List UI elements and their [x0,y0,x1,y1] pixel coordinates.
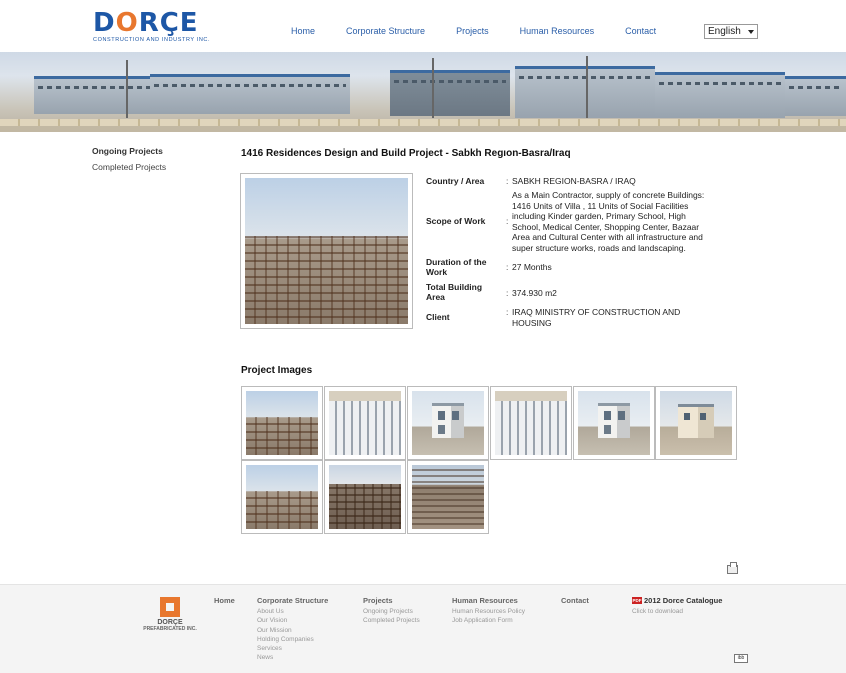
banner-building [34,76,154,114]
page-title: 1416 Residences Design and Build Project… [241,148,571,159]
detail-value: 374.930 m2 [512,288,557,298]
footer-col-human-resources: Human Resources Human Resources Policy J… [452,596,525,626]
footer-logo-name: DORÇE [157,619,183,626]
detail-label: Scope of Work [426,216,486,226]
footer-logo-subtitle: PREFABRICATED INC. [143,626,197,632]
footer-logo[interactable]: DORÇE PREFABRICATED INC. [143,597,197,632]
footer-link-hr-policy[interactable]: Human Resources Policy [452,607,525,616]
footer-col-home: Home [214,596,235,607]
catalogue-download-link[interactable]: Click to download [632,607,722,616]
detail-colon: : [506,307,509,317]
thumbnail-image [246,465,318,529]
language-select[interactable]: English [704,24,758,39]
banner-ground [0,126,846,132]
gallery-thumbnail[interactable] [407,386,489,460]
footer-heading-corporate-structure[interactable]: Corporate Structure [257,596,328,605]
detail-value: IRAQ MINISTRY OF CONSTRUCTION AND HOUSIN… [512,307,681,328]
main-photo-image [245,178,408,324]
sidebar-item-ongoing-projects[interactable]: Ongoing Projects [92,146,166,156]
footer-heading-human-resources[interactable]: Human Resources [452,596,525,605]
logo-mark-icon [160,597,180,617]
footer-link-services[interactable]: Services [257,644,328,653]
footer-link-our-vision[interactable]: Our Vision [257,616,328,625]
gallery-thumbnail[interactable] [324,460,406,534]
thumbnail-image [412,391,484,455]
footer-col-projects: Projects Ongoing Projects Completed Proj… [363,596,420,626]
banner-building [785,76,846,116]
catalogue-title-text: 2012 Dorce Catalogue [644,596,723,605]
nav-human-resources[interactable]: Human Resources [520,26,595,36]
footer-link-contact[interactable]: Contact [561,596,589,605]
gallery-thumbnail[interactable] [241,460,323,534]
banner-light-pole [126,60,128,118]
logo-wordmark: DORÇE [93,8,199,38]
thumbnail-image [578,391,650,455]
detail-colon: : [506,288,509,298]
detail-value: SABKH REGION-BASRA / IRAQ [512,176,636,186]
main-nav: Home Corporate Structure Projects Human … [291,26,687,36]
project-sidebar: Ongoing Projects Completed Projects [92,146,166,178]
print-icon[interactable] [727,562,738,574]
footer-link-job-application[interactable]: Job Application Form [452,616,525,625]
gallery-thumbnail[interactable] [407,460,489,534]
nav-corporate-structure[interactable]: Corporate Structure [346,26,425,36]
language-value: English [708,26,741,37]
pdf-icon: PDF [632,597,642,604]
thumbnail-image [495,391,567,455]
sidebar-item-completed-projects[interactable]: Completed Projects [92,162,166,172]
logo-subtitle: CONSTRUCTION AND INDUSTRY INC. [93,37,211,43]
nav-home[interactable]: Home [291,26,315,36]
footer-link-our-mission[interactable]: Our Mission [257,626,328,635]
header-banner-photo [0,52,846,132]
detail-colon: : [506,216,509,226]
ibb-badge[interactable]: ibb [734,654,748,663]
footer-heading-projects[interactable]: Projects [363,596,420,605]
detail-label: Duration of the Work [426,257,487,277]
project-images-heading: Project Images [241,365,313,376]
detail-colon: : [506,176,509,186]
thumbnail-image [329,391,401,455]
detail-label: Country / Area [426,176,485,186]
company-logo[interactable]: DORÇE CONSTRUCTION AND INDUSTRY INC. [93,10,223,46]
banner-light-pole [586,56,588,118]
nav-projects[interactable]: Projects [456,26,489,36]
detail-value: 27 Months [512,262,552,272]
site-footer: DORÇE PREFABRICATED INC. Home Corporate … [0,584,846,673]
gallery-thumbnail[interactable] [655,386,737,460]
banner-fence [0,119,846,126]
footer-link-completed-projects[interactable]: Completed Projects [363,616,420,625]
detail-colon: : [506,262,509,272]
gallery-thumbnail[interactable] [490,386,572,460]
footer-link-holding-companies[interactable]: Holding Companies [257,635,328,644]
banner-building [150,74,350,114]
banner-light-pole [432,58,434,118]
footer-link-home[interactable]: Home [214,596,235,605]
chevron-down-icon [748,30,754,34]
gallery-thumbnail[interactable] [573,386,655,460]
footer-link-news[interactable]: News [257,653,328,662]
gallery-thumbnail[interactable] [241,386,323,460]
gallery-thumbnail[interactable] [324,386,406,460]
banner-building [655,72,785,118]
detail-label: Total Building Area [426,282,483,302]
footer-link-about-us[interactable]: About Us [257,607,328,616]
thumbnail-image [246,391,318,455]
footer-col-contact: Contact [561,596,589,607]
detail-value: As a Main Contractor, supply of concrete… [512,190,705,253]
footer-link-ongoing-projects[interactable]: Ongoing Projects [363,607,420,616]
detail-label: Client [426,312,450,322]
site-header: DORÇE CONSTRUCTION AND INDUSTRY INC. Hom… [0,0,846,52]
thumbnail-image [412,465,484,529]
nav-contact[interactable]: Contact [625,26,656,36]
banner-building [515,66,655,118]
footer-catalogue: PDF 2012 Dorce Catalogue Click to downloa… [632,596,722,616]
thumbnail-image [660,391,732,455]
project-main-photo[interactable] [240,173,413,329]
footer-col-corporate: Corporate Structure About Us Our Vision … [257,596,328,663]
banner-building [390,70,510,116]
thumbnail-image [329,465,401,529]
catalogue-title[interactable]: PDF 2012 Dorce Catalogue [632,596,722,605]
